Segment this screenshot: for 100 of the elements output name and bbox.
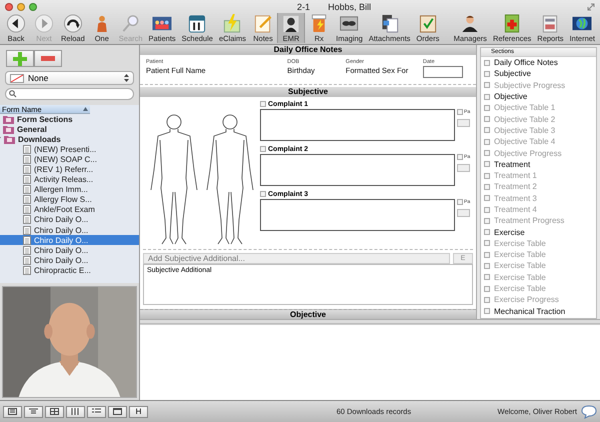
complaint-field[interactable]	[260, 198, 455, 231]
view-button[interactable]	[3, 406, 22, 418]
checkbox[interactable]	[484, 252, 490, 258]
add-additional-dropdown[interactable]: Add Subjective Additional...	[143, 252, 450, 264]
checkbox[interactable]	[457, 198, 463, 205]
people-icon	[151, 14, 174, 33]
checkbox[interactable]	[260, 101, 266, 108]
checkbox[interactable]	[484, 82, 490, 88]
tree-item[interactable]: General	[0, 124, 139, 134]
list-icon	[92, 408, 101, 415]
date-field[interactable]	[422, 66, 463, 78]
checkbox[interactable]	[484, 206, 490, 212]
updown-icon	[124, 74, 129, 82]
section-header: Subjective	[140, 86, 476, 97]
window-title: 2-1	[296, 2, 310, 12]
checkbox[interactable]	[484, 70, 490, 77]
checkbox[interactable]	[484, 172, 490, 179]
tree-item[interactable]: Chiro Daily O...	[0, 225, 139, 236]
form-icon	[29, 408, 38, 415]
checkbox[interactable]	[484, 195, 490, 202]
search-icon	[9, 90, 18, 98]
folder-icon	[3, 124, 14, 134]
checkbox[interactable]	[484, 94, 490, 100]
checkbox[interactable]	[484, 240, 490, 246]
view-button[interactable]	[87, 406, 106, 418]
tree-item[interactable]: Activity Releas...	[0, 174, 139, 185]
tree-item[interactable]: Ankle/Foot Exam	[0, 204, 139, 215]
section-item[interactable]: Treatment	[494, 160, 530, 169]
tree-item[interactable]: Downloads	[0, 134, 139, 144]
checkbox[interactable]	[457, 108, 463, 115]
folder-icon	[3, 114, 14, 124]
tree-item[interactable]: Chiropractic E...	[0, 265, 139, 276]
checkbox[interactable]	[484, 184, 490, 190]
view-button[interactable]	[45, 406, 64, 418]
tree-item[interactable]: (NEW) SOAP C...	[0, 154, 139, 164]
checkbox[interactable]	[484, 150, 490, 156]
tree-item[interactable]: Chiro Daily O...	[0, 245, 139, 256]
tree-item[interactable]: Form Sections	[0, 114, 139, 124]
checkbox[interactable]	[260, 146, 266, 152]
checkbox[interactable]	[484, 127, 490, 134]
complaint-field[interactable]	[260, 108, 455, 141]
checkbox[interactable]	[484, 60, 490, 66]
section-header: Daily Office Notes	[140, 45, 476, 55]
section-header: Objective	[140, 309, 476, 319]
checkbox[interactable]	[484, 274, 490, 280]
checkbox[interactable]	[484, 161, 490, 168]
checkbox[interactable]	[484, 104, 490, 111]
checkbox[interactable]	[484, 286, 490, 292]
small-button[interactable]	[457, 208, 470, 217]
section-item[interactable]: Subjective	[494, 69, 531, 78]
checkbox[interactable]	[260, 191, 266, 198]
tree-item[interactable]: (REV 1) Referr...	[0, 164, 139, 175]
folder-icon	[4, 134, 15, 144]
zoom-button[interactable]	[29, 2, 37, 10]
tree-item[interactable]: (NEW) Presenti...	[0, 144, 139, 154]
tree-item[interactable]: Chiro Daily O...	[0, 214, 139, 226]
plus-icon	[13, 52, 27, 66]
splitter[interactable]	[140, 319, 600, 324]
checkbox[interactable]	[484, 116, 490, 122]
tree-item[interactable]: Allergy Flow S...	[0, 194, 139, 205]
view-button[interactable]	[66, 406, 85, 418]
checkbox[interactable]	[484, 138, 490, 145]
checkbox[interactable]	[484, 262, 490, 269]
small-button[interactable]	[457, 118, 470, 127]
checkbox[interactable]	[484, 218, 490, 224]
view-button[interactable]	[24, 406, 43, 418]
color-swatch-icon	[10, 74, 24, 82]
tree-item[interactable]: Chiro Daily O...	[0, 255, 139, 266]
patient-name: Hobbs, Bill	[328, 2, 372, 12]
fullscreen-icon[interactable]	[587, 2, 595, 10]
list-icon	[8, 408, 17, 415]
view-button[interactable]: H	[129, 406, 148, 418]
speech-bubble-icon[interactable]	[581, 404, 597, 418]
close-button[interactable]	[5, 2, 13, 10]
minus-icon	[41, 56, 55, 61]
remove-button[interactable]	[34, 50, 62, 67]
columns-icon	[71, 408, 80, 415]
view-button[interactable]	[108, 406, 127, 418]
checkbox[interactable]	[484, 308, 490, 314]
section-item[interactable]: Objective	[494, 92, 528, 102]
tree-item[interactable]: Allergen Imm...	[0, 184, 139, 195]
minimize-button[interactable]	[17, 2, 25, 10]
checkbox[interactable]	[484, 229, 490, 236]
filter-dropdown[interactable]: None	[5, 71, 134, 85]
tree-item[interactable]: Chiro Daily O...	[0, 235, 139, 246]
checkbox[interactable]	[484, 296, 490, 303]
globe-icon	[571, 14, 594, 33]
add-button[interactable]	[6, 50, 34, 67]
notepad-icon	[252, 14, 274, 33]
search-field[interactable]	[5, 88, 134, 100]
section-item[interactable]: Daily Office Notes	[494, 58, 558, 68]
complaint-field[interactable]	[260, 154, 455, 186]
section-item[interactable]: Exercise	[494, 228, 525, 237]
checkbox[interactable]	[457, 154, 463, 160]
calendar-icon	[113, 408, 122, 415]
reload-icon	[62, 14, 84, 33]
small-button[interactable]	[457, 164, 470, 172]
sort-icon	[83, 107, 88, 111]
table-icon	[50, 408, 59, 415]
section-item[interactable]: Mechanical Traction	[494, 306, 566, 316]
